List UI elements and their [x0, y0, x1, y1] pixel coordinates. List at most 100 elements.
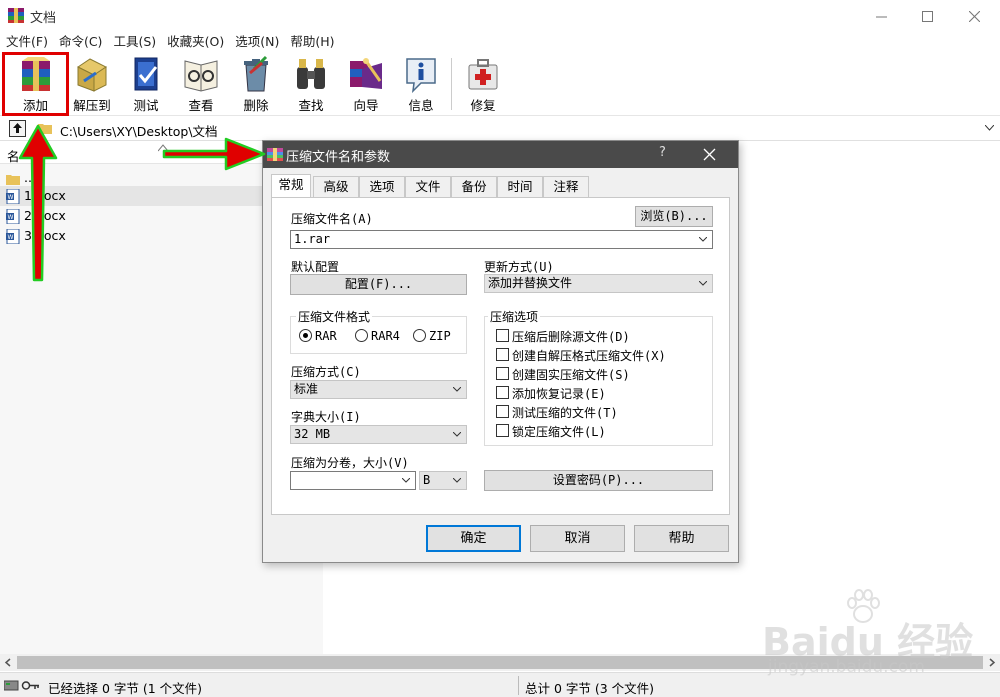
- svg-text:W: W: [8, 234, 14, 241]
- format-rar4-label[interactable]: RAR4: [371, 329, 400, 343]
- update-mode-value: 添加并替换文件: [488, 276, 573, 290]
- scroll-left-icon[interactable]: [4, 658, 13, 667]
- info-button[interactable]: 信息: [392, 54, 450, 114]
- update-mode-select[interactable]: 添加并替换文件: [484, 274, 713, 293]
- menu-commands[interactable]: 命令(C): [53, 32, 107, 52]
- tab-backup[interactable]: 备份: [451, 176, 497, 197]
- solid-label[interactable]: 创建固实压缩文件(S): [512, 366, 630, 383]
- sfx-label[interactable]: 创建自解压格式压缩文件(X): [512, 347, 666, 364]
- find-button[interactable]: 查找: [282, 54, 340, 114]
- add-label: 添加: [22, 98, 48, 113]
- dialog-title: 压缩文件名和参数: [286, 150, 391, 165]
- volume-size-input[interactable]: [290, 471, 416, 490]
- menu-bar: 文件(F) 命令(C) 工具(S) 收藏夹(O) 选项(N) 帮助(H): [0, 32, 1000, 52]
- test-archived-label[interactable]: 测试压缩的文件(T): [512, 404, 618, 421]
- tab-general[interactable]: 常规: [271, 174, 311, 197]
- status-selected: 已经选择 0 字节 (1 个文件): [48, 681, 203, 696]
- minimize-icon: [875, 16, 887, 17]
- volume-unit-value: B: [423, 473, 431, 487]
- format-rar-radio[interactable]: [299, 329, 312, 342]
- dialog-titlebar: 压缩文件名和参数 ?: [263, 141, 738, 168]
- delete-button[interactable]: 删除: [227, 54, 285, 114]
- test-archived-checkbox[interactable]: [496, 405, 509, 418]
- find-icon: [297, 59, 325, 89]
- browse-button[interactable]: 浏览(B)...: [635, 206, 713, 227]
- delete-icon: [244, 55, 268, 92]
- chevron-down-icon: [453, 432, 461, 437]
- profiles-button[interactable]: 配置(F)...: [290, 274, 467, 295]
- format-zip-label[interactable]: ZIP: [429, 329, 451, 343]
- menu-tools[interactable]: 工具(S): [107, 32, 161, 52]
- set-password-button[interactable]: 设置密码(P)...: [484, 470, 713, 491]
- winrar-app-icon: [8, 8, 24, 23]
- tab-files[interactable]: 文件: [405, 176, 451, 197]
- volume-label: 压缩为分卷，大小(V): [291, 456, 409, 470]
- right-arrow-annotation-icon: [162, 137, 266, 171]
- close-icon[interactable]: [703, 148, 716, 161]
- archiving-options-label: 压缩选项: [488, 308, 541, 325]
- svg-text:W: W: [8, 194, 14, 201]
- minimize-button[interactable]: [858, 0, 904, 32]
- tab-comment[interactable]: 注释: [543, 176, 589, 197]
- archive-name-input[interactable]: 1.rar: [290, 230, 713, 249]
- volume-unit-select[interactable]: B: [419, 471, 467, 490]
- format-rar-label[interactable]: RAR: [315, 329, 337, 343]
- lock-archive-checkbox[interactable]: [496, 424, 509, 437]
- chevron-down-icon[interactable]: [402, 478, 410, 483]
- solid-checkbox[interactable]: [496, 367, 509, 380]
- svg-text:W: W: [8, 214, 14, 221]
- help-button[interactable]: 帮助: [634, 525, 729, 552]
- cancel-button[interactable]: 取消: [530, 525, 625, 552]
- tab-advanced[interactable]: 高级: [313, 176, 359, 197]
- add-archive-icon: [21, 57, 50, 91]
- chevron-down-icon[interactable]: [985, 125, 994, 131]
- lock-archive-label[interactable]: 锁定压缩文件(L): [512, 423, 606, 440]
- address-bar: C:\Users\XY\Desktop\文档: [0, 117, 1000, 141]
- status-total: 总计 0 字节 (3 个文件): [525, 681, 655, 696]
- dictionary-select[interactable]: 32 MB: [290, 425, 467, 444]
- drive-key-icon: [4, 680, 39, 691]
- chevron-down-icon: [453, 387, 461, 392]
- add-button[interactable]: 添加: [2, 52, 69, 116]
- chevron-down-icon: [699, 281, 707, 286]
- menu-favorites[interactable]: 收藏夹(O): [161, 32, 229, 52]
- scroll-right-icon[interactable]: [987, 658, 996, 667]
- view-icon: [184, 60, 218, 92]
- wizard-label: 向导: [353, 98, 379, 113]
- dialog-help-button[interactable]: ?: [659, 145, 666, 160]
- extract-to-button[interactable]: 解压到: [63, 54, 121, 114]
- dictionary-label: 字典大小(I): [291, 410, 361, 424]
- close-button[interactable]: [951, 0, 997, 32]
- tab-time[interactable]: 时间: [497, 176, 543, 197]
- test-button[interactable]: 测试: [117, 54, 175, 114]
- info-label: 信息: [408, 98, 434, 113]
- maximize-button[interactable]: [904, 0, 950, 32]
- default-profile-label: 默认配置: [291, 260, 340, 274]
- chevron-down-icon: [453, 478, 461, 483]
- sfx-checkbox[interactable]: [496, 348, 509, 361]
- window-titlebar: 文档: [0, 0, 1000, 32]
- chevron-down-icon[interactable]: [699, 237, 707, 242]
- menu-file[interactable]: 文件(F): [0, 32, 53, 52]
- method-select[interactable]: 标准: [290, 380, 467, 399]
- delete-after-label[interactable]: 压缩后删除源文件(D): [512, 328, 630, 345]
- repair-button[interactable]: 修复: [454, 54, 512, 114]
- delete-label: 删除: [243, 98, 269, 113]
- menu-help[interactable]: 帮助(H): [284, 32, 339, 52]
- recovery-record-label[interactable]: 添加恢复记录(E): [512, 385, 606, 402]
- format-label: 压缩文件格式: [296, 308, 373, 325]
- recovery-record-checkbox[interactable]: [496, 386, 509, 399]
- format-rar4-radio[interactable]: [355, 329, 368, 342]
- repair-label: 修复: [470, 98, 496, 113]
- method-label: 压缩方式(C): [291, 365, 361, 379]
- wizard-button[interactable]: 向导: [337, 54, 395, 114]
- delete-after-checkbox[interactable]: [496, 329, 509, 342]
- format-zip-radio[interactable]: [413, 329, 426, 342]
- baidu-watermark: Baidu 经验 jingyan.baidu.com: [760, 585, 985, 680]
- view-button[interactable]: 查看: [172, 54, 230, 114]
- ok-button[interactable]: 确定: [426, 525, 521, 552]
- tab-options[interactable]: 选项: [359, 176, 405, 197]
- archive-name-dialog: 压缩文件名和参数 ? 常规 高级 选项 文件 备份 时间 注释 压缩文件名(A)…: [262, 140, 739, 563]
- menu-options[interactable]: 选项(N): [229, 32, 284, 52]
- extract-to-icon: [77, 58, 107, 92]
